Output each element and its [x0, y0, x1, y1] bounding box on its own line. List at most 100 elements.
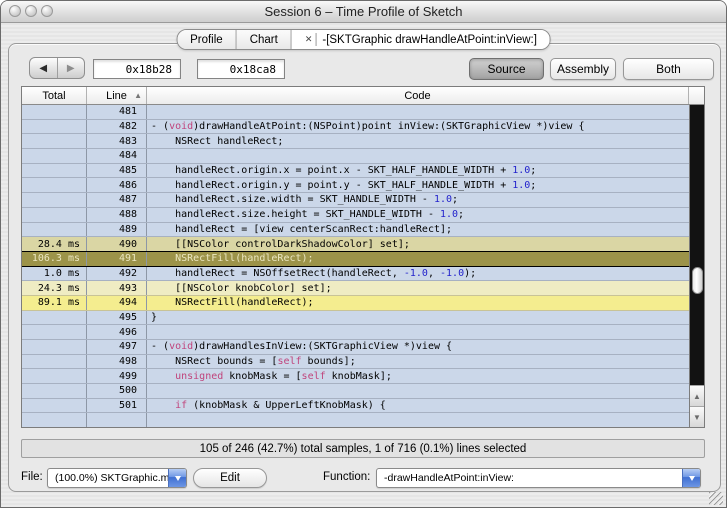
code-segment: handleRect.origin.y = point.y - SKT_HALF…: [151, 180, 512, 191]
table-row[interactable]: 484: [22, 149, 689, 164]
address-field-end[interactable]: [197, 59, 285, 79]
code-segment: )drawHandleAtPoint:(NSPoint)point inView…: [193, 121, 584, 132]
table-row[interactable]: 495}: [22, 311, 689, 326]
file-label: File:: [21, 471, 43, 483]
table-row[interactable]: 501 if (knobMask & UpperLeftKnobMask) {: [22, 399, 689, 414]
code-cell: handleRect = [view centerScanRect:handle…: [147, 223, 689, 237]
code-segment: ;: [530, 180, 536, 191]
code-segment: self: [277, 356, 301, 367]
line-number-cell: [87, 413, 147, 427]
table-row[interactable]: 486 handleRect.origin.y = point.y - SKT_…: [22, 178, 689, 193]
tab-chart[interactable]: Chart: [237, 30, 292, 49]
table-row[interactable]: 488 handleRect.size.height = SKT_HANDLE_…: [22, 208, 689, 223]
popup-arrow-icon: [168, 469, 186, 487]
table-row[interactable]: 28.4 ms490 [[NSColor controlDarkShadowCo…: [22, 237, 689, 252]
total-cell: [22, 149, 87, 163]
edit-button[interactable]: Edit: [193, 468, 267, 488]
scrollbar-track[interactable]: [690, 105, 704, 385]
minimize-window-button[interactable]: [25, 5, 37, 17]
line-number-cell: 495: [87, 311, 147, 325]
line-number-cell: 488: [87, 208, 147, 222]
column-header-spacer: [689, 87, 704, 104]
table-row[interactable]: [22, 413, 689, 427]
table-row[interactable]: 499 unsigned knobMask = [self knobMask];: [22, 369, 689, 384]
line-number-cell: 494: [87, 296, 147, 310]
file-popup[interactable]: (100.0%) SKTGraphic.m: [47, 468, 187, 488]
tab-profile[interactable]: Profile: [177, 30, 237, 49]
table-row[interactable]: 24.3 ms493 [[NSColor knobColor] set];: [22, 281, 689, 296]
table-row[interactable]: 497- (void)drawHandlesInView:(SKTGraphic…: [22, 340, 689, 355]
table-row[interactable]: 487 handleRect.size.width = SKT_HANDLE_W…: [22, 193, 689, 208]
total-cell: [22, 178, 87, 192]
table-row[interactable]: 483 NSRect handleRect;: [22, 134, 689, 149]
line-number-cell: 499: [87, 369, 147, 383]
code-cell: handleRect.origin.x = point.x - SKT_HALF…: [147, 164, 689, 178]
code-cell: handleRect.size.width = SKT_HANDLE_WIDTH…: [147, 193, 689, 207]
vertical-scrollbar: ▲ ▼: [689, 105, 704, 427]
total-cell: 28.4 ms: [22, 237, 87, 251]
table-row[interactable]: 500: [22, 384, 689, 399]
total-cell: [22, 105, 87, 119]
popup-arrow-icon: [682, 469, 700, 487]
scroll-down-button[interactable]: ▼: [690, 406, 704, 427]
line-number-cell: 484: [87, 149, 147, 163]
code-segment: [[NSColor controlDarkShadowColor] set];: [151, 239, 410, 250]
code-segment: void: [169, 121, 193, 132]
line-number-cell: 501: [87, 399, 147, 413]
code-cell: NSRect handleRect;: [147, 134, 689, 148]
total-cell: [22, 164, 87, 178]
line-number-cell: 486: [87, 178, 147, 192]
source-view-button[interactable]: Source: [469, 58, 544, 80]
total-cell: [22, 223, 87, 237]
table-row[interactable]: 485 handleRect.origin.x = point.x - SKT_…: [22, 164, 689, 179]
close-tab-icon[interactable]: ✕: [305, 35, 313, 44]
titlebar[interactable]: Session 6 – Time Profile of Sketch: [1, 1, 726, 23]
scroll-up-icon: ▲: [693, 392, 701, 401]
zoom-window-button[interactable]: [41, 5, 53, 17]
code-segment: unsigned: [175, 371, 223, 382]
forward-button[interactable]: ▶: [58, 58, 85, 78]
column-header-line[interactable]: Line ▲: [87, 87, 147, 104]
line-number-cell: 500: [87, 384, 147, 398]
table-row[interactable]: 1.0 ms492 handleRect = NSOffsetRect(hand…: [22, 267, 689, 282]
code-segment: )drawHandlesInView:(SKTGraphicView *)vie…: [193, 341, 452, 352]
back-button[interactable]: ◀: [30, 58, 58, 78]
code-cell: [147, 105, 689, 119]
scroll-up-button[interactable]: ▲: [690, 385, 704, 406]
column-header-total[interactable]: Total: [22, 87, 87, 104]
tab-divider: [315, 33, 316, 46]
resize-grip[interactable]: [709, 492, 723, 505]
code-segment: ;: [458, 209, 464, 220]
file-popup-value: (100.0%) SKTGraphic.m: [48, 472, 168, 484]
assembly-view-button[interactable]: Assembly: [550, 58, 616, 80]
tab-source-browser[interactable]: ✕ -[SKTGraphic drawHandleAtPoint:inView:…: [292, 30, 550, 49]
code-segment: 1.0: [434, 194, 452, 205]
table-header: Total Line ▲ Code: [22, 87, 704, 105]
code-segment: handleRect.origin.x = point.x - SKT_HALF…: [151, 165, 512, 176]
address-field-start[interactable]: [93, 59, 181, 79]
table-row[interactable]: 481: [22, 105, 689, 120]
table-row[interactable]: 89.1 ms494 NSRectFill(handleRect);: [22, 296, 689, 311]
code-segment: handleRect = NSOffsetRect(handleRect,: [151, 268, 404, 279]
code-segment: ;: [530, 165, 536, 176]
code-cell: NSRect bounds = [self bounds];: [147, 355, 689, 369]
table-row[interactable]: 482- (void)drawHandleAtPoint:(NSPoint)po…: [22, 120, 689, 135]
function-popup[interactable]: -drawHandleAtPoint:inView:: [376, 468, 701, 488]
function-label: Function:: [323, 471, 370, 483]
both-view-button[interactable]: Both: [623, 58, 714, 80]
table-row[interactable]: 496: [22, 325, 689, 340]
table-row[interactable]: 498 NSRect bounds = [self bounds];: [22, 355, 689, 370]
column-header-code[interactable]: Code: [147, 87, 689, 104]
status-bar: 105 of 246 (42.7%) total samples, 1 of 7…: [21, 439, 705, 458]
code-rows: 481482- (void)drawHandleAtPoint:(NSPoint…: [22, 105, 689, 427]
status-text: 105 of 246 (42.7%) total samples, 1 of 7…: [200, 443, 527, 455]
table-row[interactable]: 106.3 ms491 NSRectFill(handleRect);: [22, 251, 689, 267]
code-segment: self: [302, 371, 326, 382]
close-window-button[interactable]: [9, 5, 21, 17]
line-number-cell: 498: [87, 355, 147, 369]
scrollbar-thumb[interactable]: [692, 267, 703, 294]
code-segment: knobMask = [: [223, 371, 301, 382]
forward-icon: ▶: [67, 63, 75, 74]
code-cell: unsigned knobMask = [self knobMask];: [147, 369, 689, 383]
table-row[interactable]: 489 handleRect = [view centerScanRect:ha…: [22, 223, 689, 238]
